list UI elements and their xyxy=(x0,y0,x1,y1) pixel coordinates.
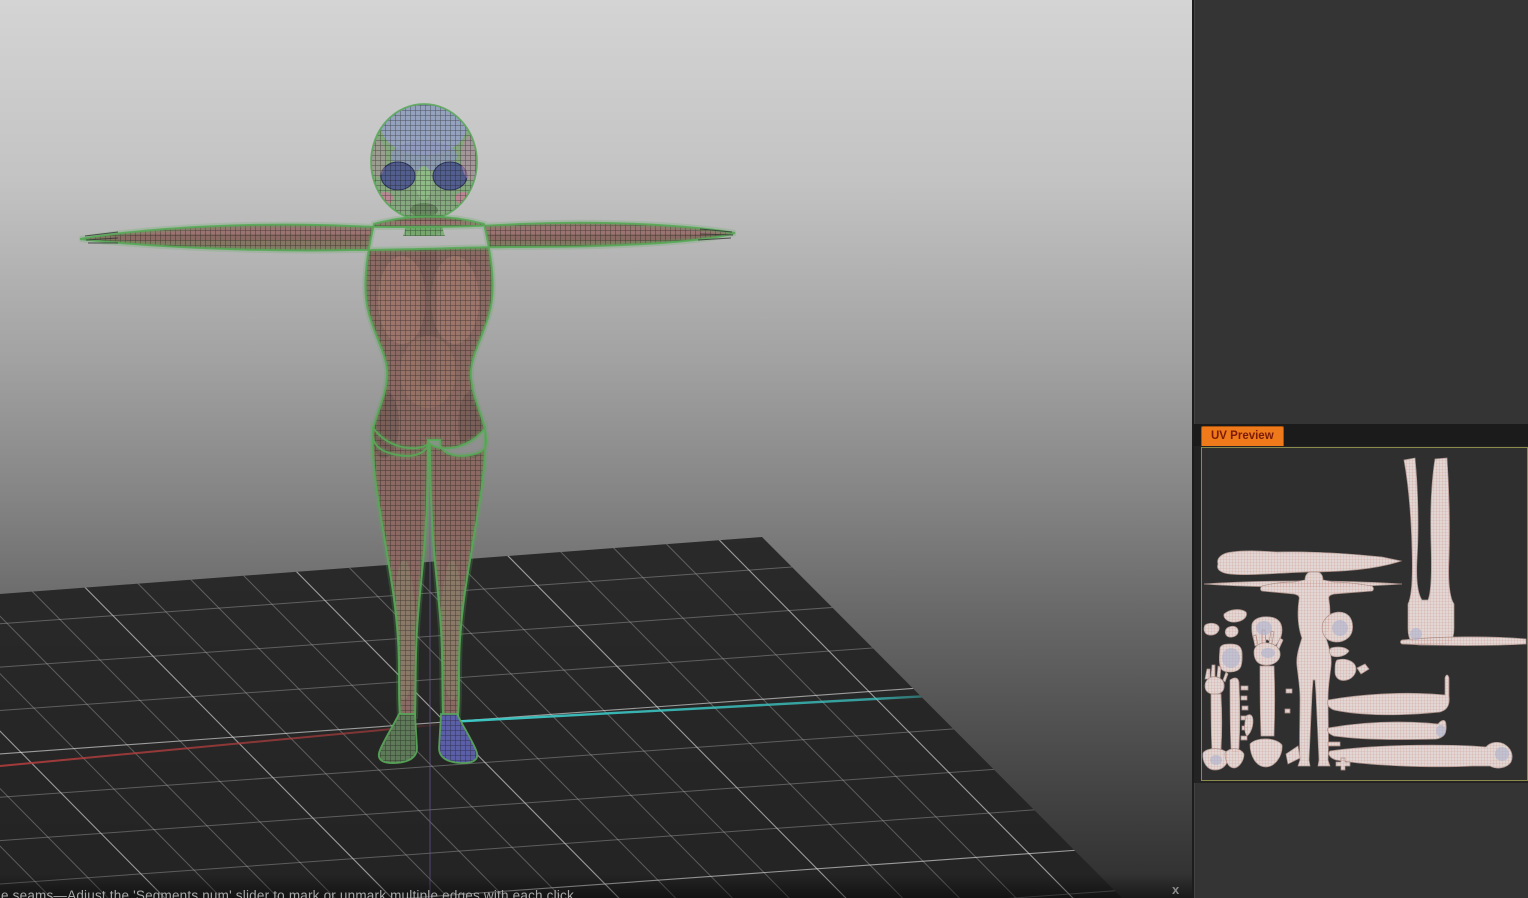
uv-preview-canvas[interactable] xyxy=(1201,447,1528,781)
application-window: e seams—Adjust the 'Segments num' slider… xyxy=(0,0,1528,898)
close-icon[interactable]: x xyxy=(1172,883,1179,896)
viewport-3d[interactable]: e seams—Adjust the 'Segments num' slider… xyxy=(0,0,1192,898)
uv-tab-strip: UV Preview xyxy=(1194,424,1528,446)
uv-islands xyxy=(1202,457,1527,771)
uv-preview-area xyxy=(1194,446,1528,783)
viewport-scene xyxy=(0,0,1192,898)
right-panel: UV Preview xyxy=(1192,0,1528,898)
tab-uv-preview[interactable]: UV Preview xyxy=(1201,426,1284,446)
status-message: e seams—Adjust the 'Segments num' slider… xyxy=(1,888,578,898)
